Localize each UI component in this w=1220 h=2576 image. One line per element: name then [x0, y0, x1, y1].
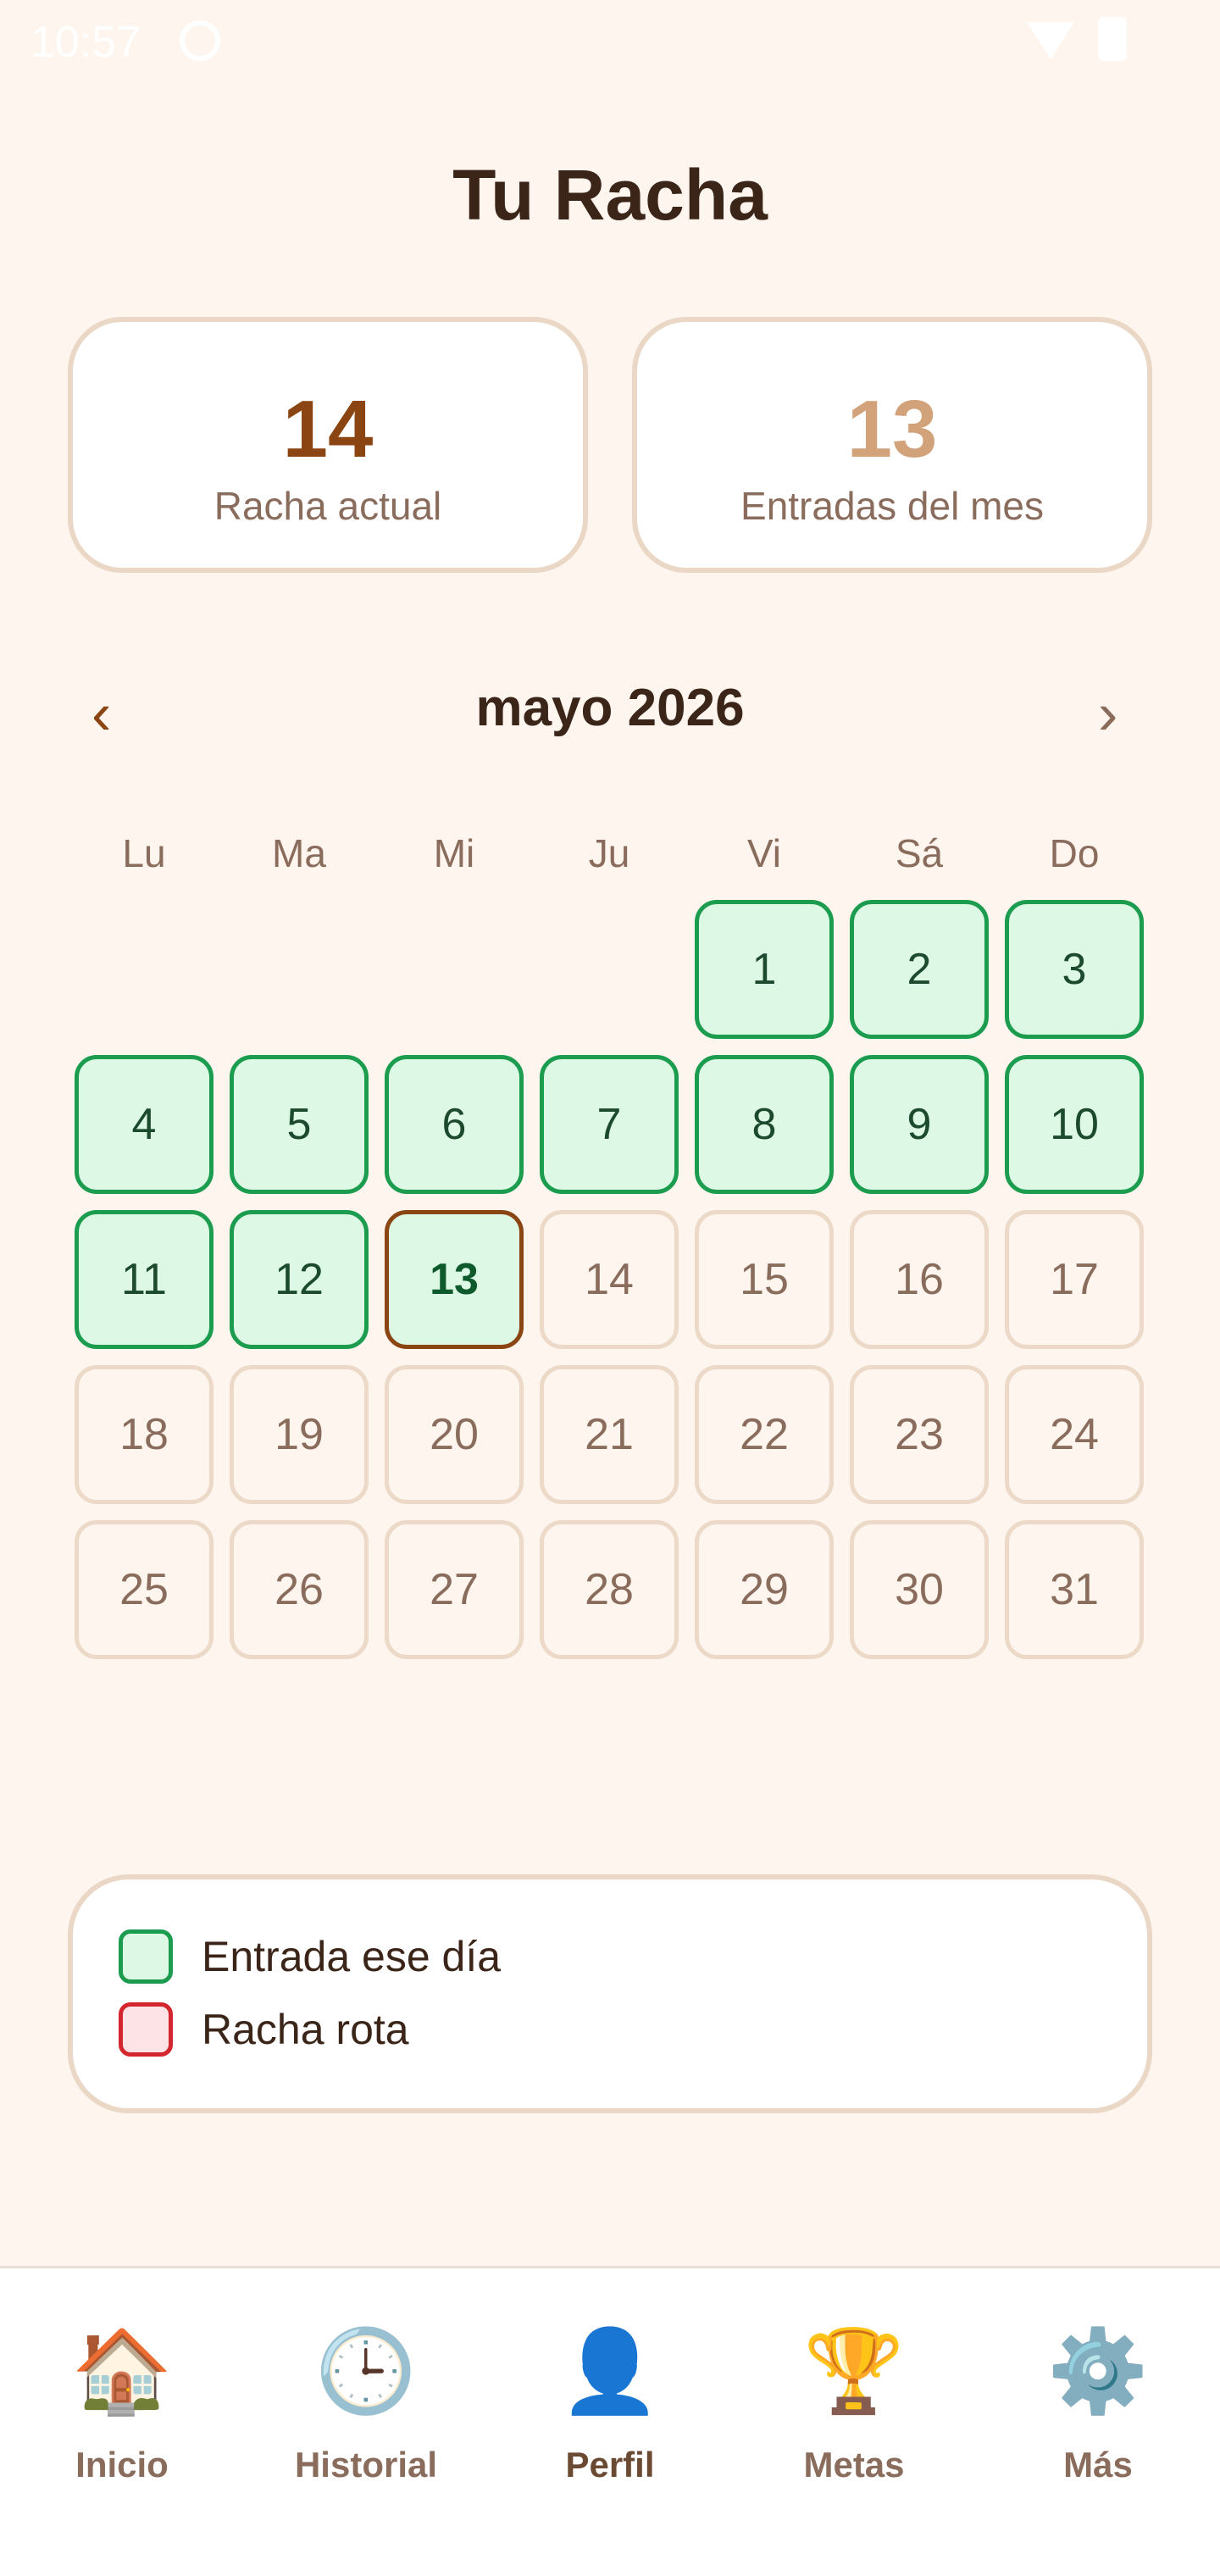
current-streak-value: 14: [282, 384, 374, 475]
bottom-navigation: 🏠 Inicio 🕒 Historial 👤 Perfil 🏆 Metas ⚙️…: [0, 2266, 1220, 2576]
next-month-button[interactable]: ›: [1098, 680, 1117, 747]
month-title: mayo 2026: [475, 679, 745, 737]
month-entries-card: 13 Entradas del mes: [632, 317, 1152, 573]
day-cell-26[interactable]: 26: [230, 1520, 369, 1659]
weekday-label: Ju: [588, 831, 630, 875]
clock-icon: 🕒: [315, 2326, 417, 2417]
day-cell-2[interactable]: 2: [850, 900, 989, 1039]
day-cell-17[interactable]: 17: [1005, 1210, 1144, 1349]
day-cell-10[interactable]: 10: [1005, 1055, 1144, 1194]
wifi-icon: [1027, 22, 1074, 59]
day-cell-20[interactable]: 20: [385, 1365, 524, 1504]
day-cell-11[interactable]: 11: [75, 1210, 214, 1349]
weekday-label: Mi: [433, 831, 475, 875]
battery-icon: [1098, 17, 1127, 61]
day-cell-12[interactable]: 12: [230, 1210, 369, 1349]
day-cell-7[interactable]: 7: [540, 1055, 679, 1194]
day-cell-9[interactable]: 9: [850, 1055, 989, 1194]
day-cell-3[interactable]: 3: [1005, 900, 1144, 1039]
nav-historial-label: Historial: [294, 2445, 438, 2484]
day-cell-4[interactable]: 4: [75, 1055, 214, 1194]
page-title: Tu Racha: [452, 155, 768, 235]
weekday-label: Lu: [122, 831, 166, 875]
nav-metas-label: Metas: [803, 2445, 905, 2484]
legend-broken-swatch: [119, 2002, 173, 2057]
legend-card: Entrada ese día Racha rota: [68, 1874, 1152, 2113]
day-cell-29[interactable]: 29: [695, 1520, 834, 1659]
legend-broken-row: Racha rota: [119, 2001, 409, 2057]
legend-entry-swatch: [119, 1929, 173, 1984]
legend-broken-label: Racha rota: [202, 2006, 409, 2053]
nav-mas-label: Más: [1063, 2445, 1133, 2484]
day-cell-8[interactable]: 8: [695, 1055, 834, 1194]
nav-historial[interactable]: 🕒 Historial: [244, 2268, 488, 2540]
weekday-label: Vi: [746, 831, 782, 875]
current-streak-label: Racha actual: [214, 484, 442, 528]
legend-entry-row: Entrada ese día: [119, 1929, 501, 1985]
profile-icon: 👤: [559, 2326, 661, 2417]
nav-inicio-label: Inicio: [75, 2445, 169, 2484]
status-bar: 10:57: [0, 0, 1220, 81]
day-cell-31[interactable]: 31: [1005, 1520, 1144, 1659]
day-cell-28[interactable]: 28: [540, 1520, 679, 1659]
month-entries-label: Entradas del mes: [740, 484, 1044, 528]
nav-mas[interactable]: ⚙️ Más: [976, 2268, 1220, 2540]
day-cell-5[interactable]: 5: [230, 1055, 369, 1194]
day-cell-27[interactable]: 27: [385, 1520, 524, 1659]
gear-icon: ⚙️: [1047, 2326, 1149, 2417]
day-cell-16[interactable]: 16: [850, 1210, 989, 1349]
weekday-label: Sá: [895, 831, 944, 875]
weekday-label: Do: [1049, 831, 1100, 875]
day-cell-13[interactable]: 13: [385, 1210, 524, 1349]
status-time: 10:57: [30, 18, 141, 67]
streak-screen: 10:57 Tu Racha 14 Racha actual 13 Entrad…: [0, 0, 1220, 2576]
nav-perfil[interactable]: 👤 Perfil: [488, 2268, 732, 2540]
legend-entry-label: Entrada ese día: [202, 1933, 502, 1980]
day-cell-19[interactable]: 19: [230, 1365, 369, 1504]
day-cell-22[interactable]: 22: [695, 1365, 834, 1504]
cast-icon: [180, 20, 220, 61]
nav-perfil-label: Perfil: [565, 2445, 655, 2484]
home-icon: 🏠: [71, 2326, 173, 2417]
nav-inicio[interactable]: 🏠 Inicio: [0, 2268, 244, 2540]
day-cell-21[interactable]: 21: [540, 1365, 679, 1504]
day-cell-25[interactable]: 25: [75, 1520, 214, 1659]
trophy-icon: 🏆: [803, 2326, 905, 2417]
day-cell-23[interactable]: 23: [850, 1365, 989, 1504]
day-cell-30[interactable]: 30: [850, 1520, 989, 1659]
day-cell-24[interactable]: 24: [1005, 1365, 1144, 1504]
day-cell-6[interactable]: 6: [385, 1055, 524, 1194]
month-entries-value: 13: [846, 384, 938, 475]
day-cell-1[interactable]: 1: [695, 900, 834, 1039]
day-cell-15[interactable]: 15: [695, 1210, 834, 1349]
day-cell-18[interactable]: 18: [75, 1365, 214, 1504]
current-streak-card: 14 Racha actual: [68, 317, 588, 573]
day-cell-14[interactable]: 14: [540, 1210, 679, 1349]
nav-metas[interactable]: 🏆 Metas: [732, 2268, 976, 2540]
weekday-label: Ma: [272, 831, 326, 875]
